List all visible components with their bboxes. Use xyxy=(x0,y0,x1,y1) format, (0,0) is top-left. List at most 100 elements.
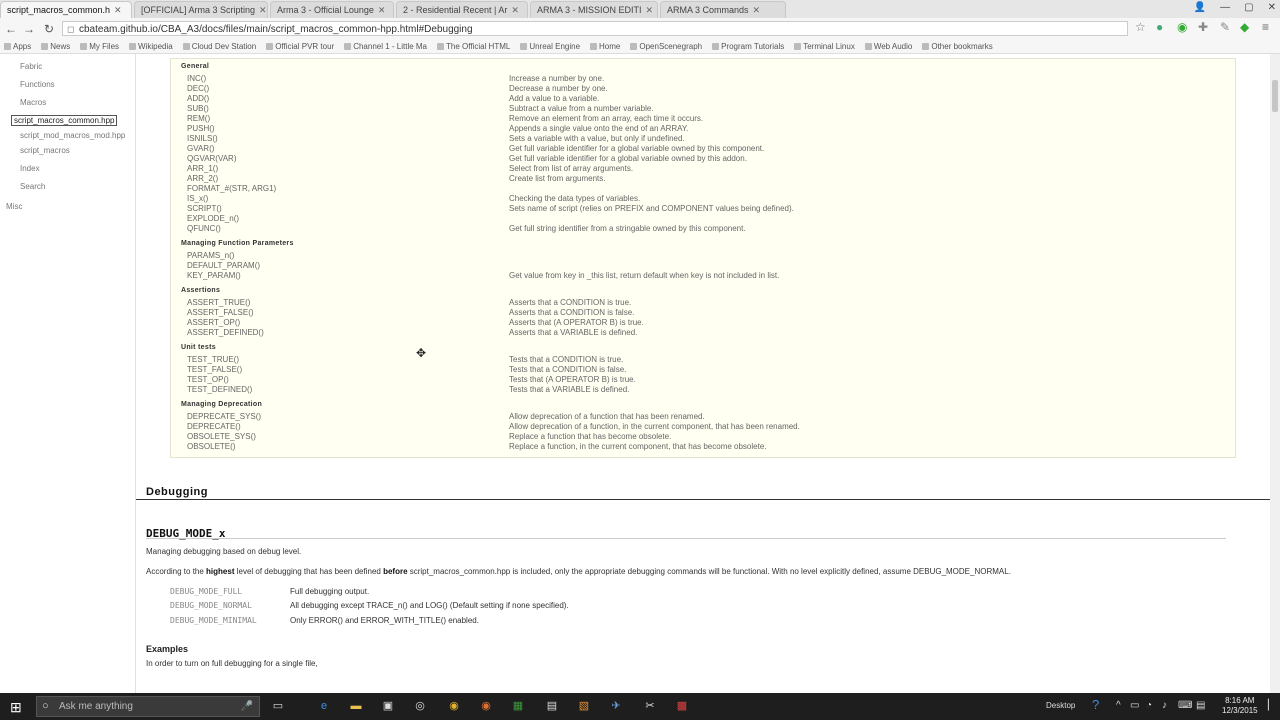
browser-tab[interactable]: 2 - Residential Recent | Ar ✕ xyxy=(396,1,528,18)
macro-link[interactable]: DEFAULT_PARAM() xyxy=(187,261,260,270)
macro-link[interactable]: ASSERT_TRUE() xyxy=(187,298,250,307)
task-view-icon[interactable]: ▭ xyxy=(270,698,286,714)
bookmark-item[interactable]: OpenScenegraph xyxy=(630,42,702,51)
sidebar-item-current[interactable]: script_macros_common.hpp xyxy=(11,115,118,126)
back-icon[interactable]: ← xyxy=(2,22,20,36)
sidebar-item[interactable]: Fabric xyxy=(20,62,42,71)
sidebar-item[interactable]: Macros xyxy=(20,98,46,107)
bookmark-item[interactable]: Unreal Engine xyxy=(520,42,580,51)
extension-icon[interactable]: ✚ xyxy=(1198,20,1208,34)
network-icon[interactable]: ◔ xyxy=(1146,700,1152,711)
keyboard-icon[interactable]: ⌨ xyxy=(1178,700,1192,711)
extension-icon[interactable]: ◆ xyxy=(1240,20,1249,34)
extension-icon[interactable]: ● xyxy=(1156,20,1163,34)
macro-link[interactable]: INC() xyxy=(187,74,206,83)
macro-link[interactable]: QGVAR(VAR) xyxy=(187,154,236,163)
show-desktop-icon[interactable]: ▏ xyxy=(1268,700,1276,711)
macro-link[interactable]: FORMAT_#(STR, ARG1) xyxy=(187,184,276,193)
bookmark-item[interactable]: Cloud Dev Station xyxy=(182,42,256,51)
macro-link[interactable]: ISNILS() xyxy=(187,134,218,143)
chevron-up-icon[interactable]: ^ xyxy=(1116,700,1121,711)
bookmark-item[interactable]: News xyxy=(41,42,70,51)
bookmark-item[interactable]: My Files xyxy=(80,42,119,51)
macro-link[interactable]: EXPLODE_n() xyxy=(187,214,239,223)
steam-icon[interactable]: ◎ xyxy=(412,698,428,714)
sidebar-item[interactable]: script_macros xyxy=(20,146,70,155)
bookmark-item[interactable]: Web Audio xyxy=(864,42,912,51)
bookmark-item[interactable]: Program Tutorials xyxy=(712,42,784,51)
close-icon[interactable]: ✕ xyxy=(259,5,267,16)
close-icon[interactable]: ✕ xyxy=(511,5,519,16)
browser-tab[interactable]: Arma 3 - Official Lounge ✕ xyxy=(270,1,394,18)
menu-icon[interactable]: ≡ xyxy=(1262,20,1269,34)
macro-link[interactable]: DEPRECATE_SYS() xyxy=(187,412,261,421)
calculator-icon[interactable]: ▤ xyxy=(544,698,560,714)
sidebar-item[interactable]: Functions xyxy=(20,80,55,89)
bookmark-item[interactable]: Official PVR tour xyxy=(266,42,334,51)
url-input[interactable]: ◻ cbateam.github.io/CBA_A3/docs/files/ma… xyxy=(62,21,1128,36)
scrollbar-thumb[interactable] xyxy=(1272,80,1278,112)
browser-tab[interactable]: ARMA 3 Commands ✕ xyxy=(660,1,786,18)
close-icon[interactable]: ✕ xyxy=(753,5,761,16)
help-icon[interactable]: ? xyxy=(1092,697,1099,712)
maximize-icon[interactable]: ▢ xyxy=(1244,2,1253,13)
macro-link[interactable]: ASSERT_OP() xyxy=(187,318,240,327)
browser-tab[interactable]: ARMA 3 - MISSION EDITI ✕ xyxy=(530,1,658,18)
other-bookmarks[interactable]: Other bookmarks xyxy=(922,42,993,51)
close-icon[interactable]: ✕ xyxy=(114,5,122,16)
macro-link[interactable]: ADD() xyxy=(187,94,209,103)
macro-link[interactable]: TEST_TRUE() xyxy=(187,355,239,364)
sidebar-item[interactable]: Search xyxy=(20,182,45,191)
wrench-icon[interactable]: ✎ xyxy=(1220,20,1230,34)
minimize-icon[interactable]: — xyxy=(1220,2,1230,13)
reload-icon[interactable]: ↻ xyxy=(40,22,58,36)
bookmark-item[interactable]: Terminal Linux xyxy=(794,42,855,51)
macro-link[interactable]: REM() xyxy=(187,114,210,123)
macro-link[interactable]: TEST_FALSE() xyxy=(187,365,242,374)
app-icon[interactable]: ✈ xyxy=(608,698,624,714)
macro-link[interactable]: QFUNC() xyxy=(187,224,221,233)
bookmark-item[interactable]: Home xyxy=(590,42,620,51)
app-icon[interactable]: ▧ xyxy=(576,698,592,714)
macro-link[interactable]: ARR_2() xyxy=(187,174,218,183)
windows-start-icon[interactable]: ⊞ xyxy=(10,699,22,716)
macro-link[interactable]: ASSERT_FALSE() xyxy=(187,308,254,317)
close-icon[interactable]: ✕ xyxy=(646,5,654,16)
macro-link[interactable]: DEPRECATE() xyxy=(187,422,241,431)
close-window-icon[interactable]: ✕ xyxy=(1268,2,1276,13)
macro-link[interactable]: KEY_PARAM() xyxy=(187,271,241,280)
notifications-icon[interactable]: ▤ xyxy=(1196,700,1205,711)
taskbar-search[interactable]: ○ Ask me anything 🎤 xyxy=(36,696,260,717)
firefox-icon[interactable]: ◉ xyxy=(478,698,494,714)
desktop-toolbar[interactable]: Desktop xyxy=(1046,701,1075,710)
browser-tab[interactable]: [OFFICIAL] Arma 3 Scripting ✕ xyxy=(134,1,268,18)
page-scrollbar[interactable] xyxy=(1270,54,1280,693)
microphone-icon[interactable]: 🎤 xyxy=(241,697,253,716)
macro-link[interactable]: OBSOLETE_SYS() xyxy=(187,432,256,441)
close-icon[interactable]: ✕ xyxy=(378,5,386,16)
sidebar-item[interactable]: Misc xyxy=(6,202,22,211)
page-info-icon[interactable]: ◻ xyxy=(67,22,74,37)
macro-link[interactable]: GVAR() xyxy=(187,144,214,153)
macro-link[interactable]: DEC() xyxy=(187,84,209,93)
app-icon[interactable]: ✂ xyxy=(642,698,658,714)
taskbar-clock[interactable]: 8:16 AM 12/3/2015 xyxy=(1222,696,1258,716)
bookmark-item[interactable]: Wikipedia xyxy=(129,42,173,51)
macro-link[interactable]: SCRIPT() xyxy=(187,204,222,213)
macro-link[interactable]: IS_x() xyxy=(187,194,208,203)
bookmark-item[interactable]: Channel 1 - Little Ma xyxy=(344,42,427,51)
macro-link[interactable]: ARR_1() xyxy=(187,164,218,173)
sidebar-item[interactable]: Index xyxy=(20,164,40,173)
excel-icon[interactable]: ▦ xyxy=(510,698,526,714)
browser-tab[interactable]: script_macros_common.h ✕ xyxy=(0,1,132,18)
macro-link[interactable]: TEST_DEFINED() xyxy=(187,385,252,394)
forward-icon[interactable]: → xyxy=(20,22,38,36)
extension-icon[interactable]: ◉ xyxy=(1177,20,1187,34)
battery-icon[interactable]: ▭ xyxy=(1130,700,1139,711)
star-icon[interactable]: ☆ xyxy=(1135,20,1146,34)
macro-link[interactable]: TEST_OP() xyxy=(187,375,229,384)
sidebar-item[interactable]: script_mod_macros_mod.hpp xyxy=(20,131,125,140)
file-explorer-icon[interactable]: ▬ xyxy=(348,698,364,714)
bookmark-item[interactable]: The Official HTML xyxy=(437,42,510,51)
store-icon[interactable]: ▣ xyxy=(380,698,396,714)
